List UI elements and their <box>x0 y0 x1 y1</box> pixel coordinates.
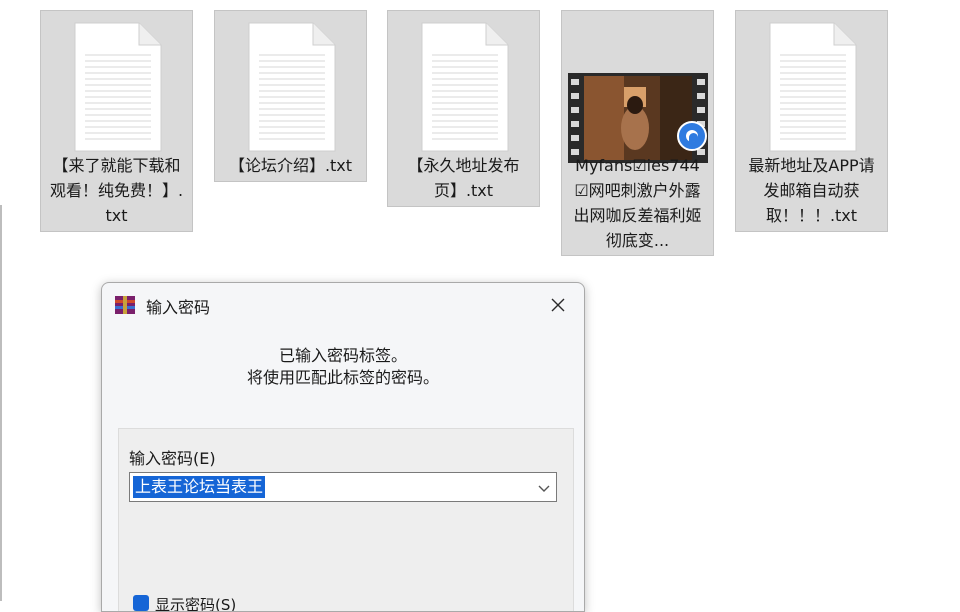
file-item-4[interactable]: Myfans☑ies744☑网吧刺激户外露出网咖反差福利姬彻底变... <box>561 10 714 256</box>
password-input-value[interactable]: 上表王论坛当表王 <box>133 476 266 498</box>
text-file-icon <box>388 21 539 153</box>
close-icon <box>551 298 565 312</box>
text-file-icon <box>41 21 192 153</box>
file-name: 【来了就能下载和观看！纯免费！】.txt <box>49 156 184 225</box>
window-edge <box>0 205 2 601</box>
password-panel: 输入密码(E) 上表王论坛当表王 显示密码(S) <box>118 428 574 612</box>
dialog-title: 输入密码 <box>146 298 211 317</box>
text-file-icon <box>736 21 887 153</box>
show-password-label: 显示密码(S) <box>155 596 237 612</box>
file-item-2[interactable]: 【论坛介绍】.txt <box>214 10 367 182</box>
password-label: 输入密码(E) <box>129 449 216 468</box>
password-dialog: 输入密码 已输入密码标签。 将使用匹配此标签的密码。 输入密码(E) 上表王论坛… <box>101 282 585 612</box>
close-button[interactable] <box>542 289 574 321</box>
message-line-1: 已输入密码标签。 <box>278 346 407 365</box>
file-item-3[interactable]: 【永久地址发布页】.txt <box>387 10 540 207</box>
winrar-app-icon <box>114 294 136 316</box>
file-name: 【永久地址发布页】.txt <box>407 156 520 200</box>
dialog-titlebar[interactable]: 输入密码 <box>102 283 584 327</box>
file-item-5[interactable]: 最新地址及APP请发邮箱自动获取！！！.txt <box>735 10 888 232</box>
text-file-icon <box>215 21 366 153</box>
sync-badge-icon <box>677 121 707 151</box>
file-name: Myfans☑ies744☑网吧刺激户外露出网咖反差福利姬彻底变... <box>573 156 702 250</box>
message-line-2: 将使用匹配此标签的密码。 <box>246 368 439 387</box>
file-name: 最新地址及APP请发邮箱自动获取！！！.txt <box>748 156 875 225</box>
show-password-checkbox[interactable] <box>133 595 149 611</box>
file-item-1[interactable]: 【来了就能下载和观看！纯免费！】.txt <box>40 10 193 232</box>
dialog-message: 已输入密码标签。 将使用匹配此标签的密码。 <box>102 345 584 389</box>
file-name: 【论坛介绍】.txt <box>228 156 353 175</box>
chevron-down-icon[interactable] <box>536 480 552 496</box>
password-combobox[interactable]: 上表王论坛当表王 <box>129 472 557 502</box>
